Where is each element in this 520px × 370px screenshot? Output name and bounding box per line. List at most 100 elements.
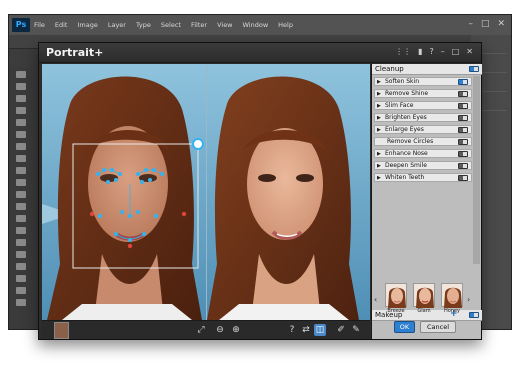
menu-layer[interactable]: Layer — [108, 21, 126, 29]
help-icon[interactable]: ? — [286, 324, 298, 336]
expand-arrow-icon[interactable]: ▶ — [377, 78, 381, 86]
feature-toggle[interactable] — [458, 139, 468, 145]
close-icon[interactable]: ✕ — [466, 47, 473, 57]
pen-tool-icon[interactable] — [16, 239, 26, 246]
menu-edit[interactable]: Edit — [55, 21, 68, 29]
menu-file[interactable]: File — [34, 21, 45, 29]
dialog-title-controls: ⋮⋮ ▮ ? – □ ✕ — [395, 47, 473, 57]
makeup-prev-icon[interactable]: ‹ — [374, 295, 377, 304]
menu-image[interactable]: Image — [77, 21, 97, 29]
preview-toolbar: ⤢ ⊖ ⊕ ? ⇄ ◫ ✐ ✎ — [42, 320, 370, 339]
cleanup-section-header[interactable]: Cleanup — [372, 64, 482, 75]
feature-whiten-teeth[interactable]: ▶ Whiten Teeth — [374, 173, 472, 182]
makeup-next-icon[interactable]: › — [467, 295, 470, 304]
split-view-icon[interactable]: ◫ — [314, 324, 326, 336]
feature-deepen-smile[interactable]: ▶ Deepen Smile — [374, 161, 472, 170]
menu-view[interactable]: View — [217, 21, 232, 29]
panel-scrollbar[interactable] — [473, 76, 480, 264]
type-tool-icon[interactable] — [16, 251, 26, 258]
expand-arrow-icon[interactable]: ▶ — [377, 114, 381, 122]
menu-help[interactable]: Help — [278, 21, 293, 29]
expand-arrow-icon[interactable]: ▶ — [377, 150, 381, 158]
host-toolbox — [9, 67, 33, 329]
menu-select[interactable]: Select — [161, 21, 181, 29]
marquee-tool-icon[interactable] — [16, 83, 26, 90]
portrait-plus-dialog: Portrait+ ⋮⋮ ▮ ? – □ ✕ ⤢ ⊖ ⊕ ? ⇄ ◫ ✐ ✎ C… — [38, 42, 482, 340]
feature-toggle[interactable] — [458, 127, 468, 133]
before-pane[interactable] — [42, 64, 206, 320]
makeup-thumb-glam[interactable] — [413, 283, 435, 308]
feature-slim-face[interactable]: ▶ Slim Face — [374, 101, 472, 110]
move-tool-icon[interactable] — [16, 71, 26, 78]
brush-tool-icon[interactable] — [16, 155, 26, 162]
restore-brush-icon[interactable]: ✎ — [350, 324, 362, 336]
menu-type[interactable]: Type — [136, 21, 151, 29]
photo-preview[interactable] — [42, 64, 370, 320]
after-photo — [207, 64, 370, 320]
expand-arrow-icon[interactable]: ▶ — [377, 102, 381, 110]
healing-tool-icon[interactable] — [16, 143, 26, 150]
eyedropper-tool-icon[interactable] — [16, 131, 26, 138]
fit-screen-icon[interactable]: ⤢ — [195, 324, 207, 336]
maximize-icon[interactable]: □ — [452, 47, 460, 57]
blur-tool-icon[interactable] — [16, 215, 26, 222]
feature-toggle[interactable] — [458, 175, 468, 181]
zoom-tool-icon[interactable] — [16, 299, 26, 306]
dialog-titlebar[interactable]: Portrait+ ⋮⋮ ▮ ? – □ ✕ — [39, 43, 481, 63]
ok-button[interactable]: OK — [394, 321, 415, 333]
makeup-label-glam: Glam — [417, 308, 431, 314]
chat-icon[interactable]: ▮ — [418, 47, 422, 57]
feature-toggle[interactable] — [458, 91, 468, 97]
feature-enhance-nose[interactable]: ▶ Enhance Nose — [374, 149, 472, 158]
makeup-face-icon — [416, 287, 434, 308]
eraser-tool-icon[interactable] — [16, 191, 26, 198]
lasso-tool-icon[interactable] — [16, 95, 26, 102]
feature-toggle[interactable] — [458, 115, 468, 121]
feature-soften-skin[interactable]: ▶ Soften Skin — [374, 77, 472, 86]
image-thumbnail[interactable] — [54, 322, 69, 339]
feature-toggle[interactable] — [458, 163, 468, 169]
feature-remove-shine[interactable]: ▶ Remove Shine — [374, 89, 472, 98]
makeup-label-honey: Honey — [443, 308, 461, 314]
cleanup-toggle[interactable] — [469, 66, 479, 72]
zoom-in-icon[interactable]: ⊕ — [230, 324, 242, 336]
expand-arrow-icon[interactable]: ▶ — [377, 174, 381, 182]
path-selection-tool-icon[interactable] — [16, 263, 26, 270]
photoshop-logo: Ps — [12, 18, 30, 32]
expand-arrow-icon[interactable]: ▶ — [377, 90, 381, 98]
magic-wand-tool-icon[interactable] — [16, 107, 26, 114]
after-pane[interactable] — [207, 64, 370, 320]
maximize-icon[interactable]: □ — [481, 19, 490, 29]
expand-arrow-icon[interactable]: ▶ — [377, 162, 381, 170]
makeup-thumb-breeze[interactable] — [385, 283, 407, 308]
feature-enlarge-eyes[interactable]: ▶ Enlarge Eyes — [374, 125, 472, 134]
gradient-tool-icon[interactable] — [16, 203, 26, 210]
hand-tool-icon[interactable] — [16, 287, 26, 294]
menu-window[interactable]: Window — [243, 21, 269, 29]
minimize-icon[interactable]: – — [441, 47, 445, 57]
feature-brighten-eyes[interactable]: ▶ Brighten Eyes — [374, 113, 472, 122]
grid-icon[interactable]: ⋮⋮ — [395, 47, 411, 57]
expand-arrow-icon[interactable]: ▶ — [377, 126, 381, 134]
makeup-thumb-honey[interactable] — [441, 283, 463, 308]
feature-toggle[interactable] — [458, 103, 468, 109]
minimize-icon[interactable]: – — [468, 19, 473, 29]
stamp-tool-icon[interactable] — [16, 167, 26, 174]
feature-toggle[interactable] — [458, 79, 468, 85]
feature-toggle[interactable] — [458, 151, 468, 157]
makeup-toggle[interactable] — [469, 312, 479, 318]
zoom-out-icon[interactable]: ⊖ — [214, 324, 226, 336]
dodge-tool-icon[interactable] — [16, 227, 26, 234]
makeup-face-icon — [388, 287, 406, 308]
eraser-brush-icon[interactable]: ✐ — [335, 324, 347, 336]
feature-remove-circles[interactable]: Remove Circles — [374, 137, 472, 146]
swap-view-icon[interactable]: ⇄ — [300, 324, 312, 336]
shape-tool-icon[interactable] — [16, 275, 26, 282]
cancel-button[interactable]: Cancel — [420, 321, 456, 333]
history-brush-tool-icon[interactable] — [16, 179, 26, 186]
menu-filter[interactable]: Filter — [191, 21, 207, 29]
crop-tool-icon[interactable] — [16, 119, 26, 126]
before-photo — [42, 64, 206, 320]
close-icon[interactable]: ✕ — [497, 19, 505, 29]
help-icon[interactable]: ? — [429, 47, 433, 57]
